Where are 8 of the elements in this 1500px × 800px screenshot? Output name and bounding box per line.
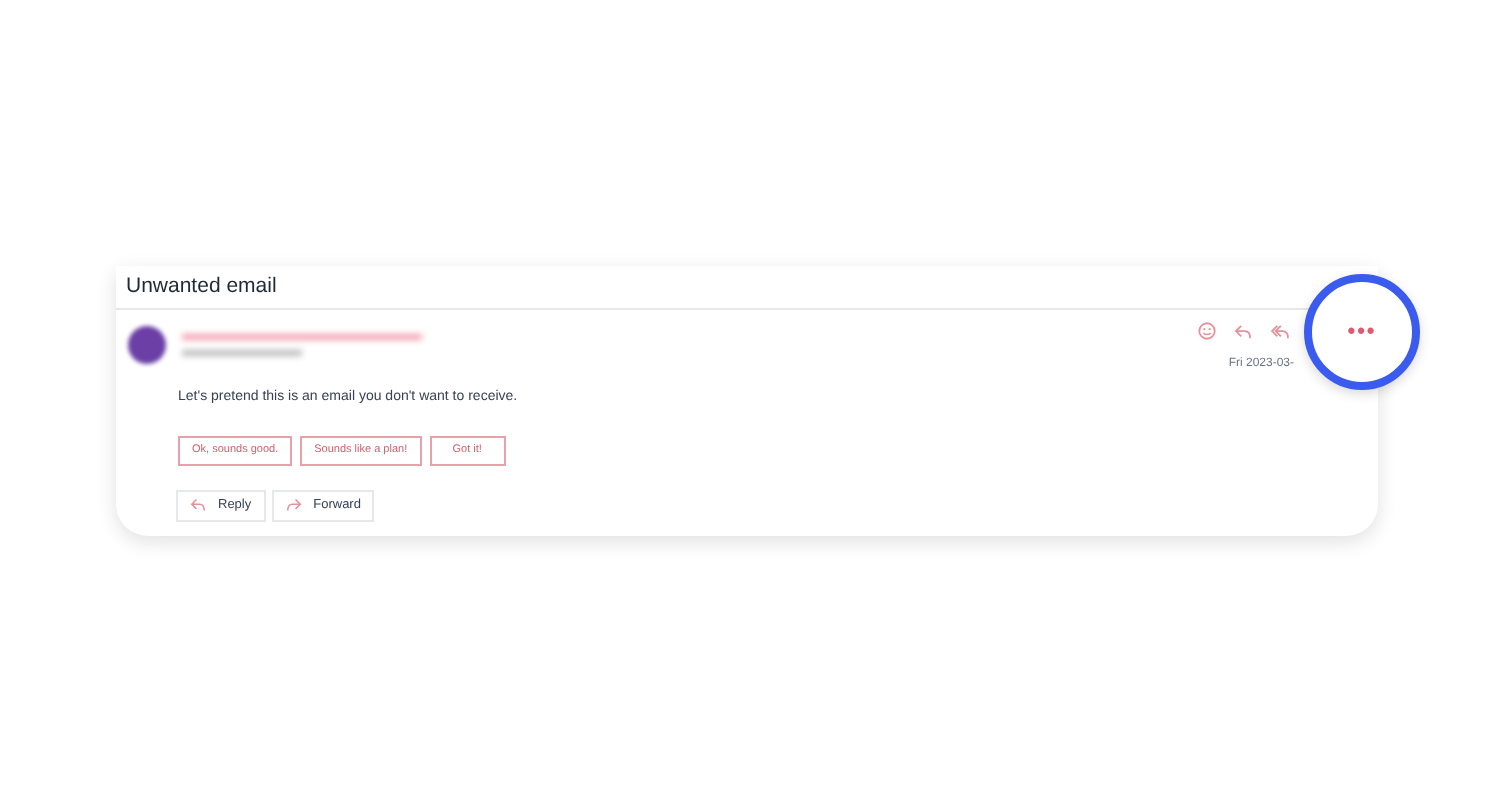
reply-icon[interactable] [1234,323,1252,339]
reply-all-icon[interactable] [1270,323,1290,339]
conversation-title: Unwanted email [126,271,277,302]
avatar-icon [128,326,166,364]
reply-icon [190,498,206,512]
forward-icon [285,498,302,512]
more-button[interactable]: ••• [1304,274,1420,390]
emoji-icon[interactable] [1198,322,1216,340]
